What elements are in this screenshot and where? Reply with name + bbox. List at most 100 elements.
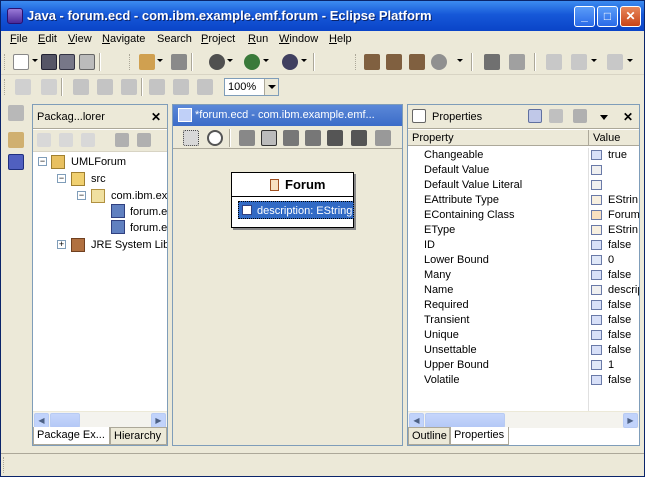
property-row[interactable]: Upper Bound 1 [408, 358, 639, 373]
menu-navigate[interactable]: Navigate [102, 33, 145, 45]
align-center-icon[interactable] [97, 79, 113, 95]
horizontal-scrollbar[interactable]: ◀ ▶ [33, 411, 167, 428]
property-value[interactable]: false [608, 314, 639, 326]
java-perspective-icon[interactable] [8, 154, 24, 170]
property-row[interactable]: ID false [408, 238, 639, 253]
print-icon[interactable] [79, 54, 95, 70]
open-type-icon[interactable] [171, 54, 187, 70]
property-row[interactable]: Volatile false [408, 373, 639, 388]
class-tool-icon[interactable] [261, 130, 277, 146]
property-row[interactable]: Many false [408, 268, 639, 283]
property-value[interactable]: EStrin [608, 194, 639, 206]
scroll-right-arrow[interactable]: ▶ [623, 413, 638, 428]
new-icon[interactable] [13, 54, 29, 70]
attribute-row[interactable]: description: EString [238, 201, 354, 219]
collapse-toggle[interactable]: − [57, 174, 66, 183]
menu-view[interactable]: View [68, 33, 92, 45]
link-with-editor-icon[interactable] [137, 133, 151, 147]
attribute-tool-icon[interactable] [327, 130, 343, 146]
property-row[interactable]: EType EStrin [408, 223, 639, 238]
property-row[interactable]: Lower Bound 0 [408, 253, 639, 268]
save-all-icon[interactable] [59, 54, 75, 70]
diagram-canvas[interactable]: Forum description: EString [173, 150, 402, 445]
last-edit-icon[interactable] [546, 54, 562, 70]
new-interface-icon[interactable] [386, 54, 402, 70]
menu-search[interactable]: Search [157, 33, 192, 45]
inheritance-tool-icon[interactable] [375, 130, 391, 146]
align-top-icon[interactable] [149, 79, 165, 95]
scroll-left-arrow[interactable]: ◀ [409, 413, 424, 428]
property-value[interactable]: false [608, 299, 639, 311]
undo-icon[interactable] [15, 79, 31, 95]
menu-run[interactable]: Run [248, 33, 268, 45]
external-tools-icon[interactable] [282, 54, 298, 70]
scroll-thumb[interactable] [425, 413, 505, 428]
search-icon[interactable] [431, 54, 447, 70]
align-bottom-icon[interactable] [197, 79, 213, 95]
property-value[interactable]: 0 [608, 254, 639, 266]
property-value[interactable]: 1 [608, 359, 639, 371]
property-row[interactable]: Default Value [408, 163, 639, 178]
toolbar-grip[interactable] [4, 54, 7, 70]
eclipse-app-icon[interactable] [7, 8, 23, 24]
property-row[interactable]: Default Value Literal [408, 178, 639, 193]
zoom-icon[interactable] [207, 130, 223, 146]
horizontal-scrollbar[interactable]: ◀ ▶ [408, 411, 639, 428]
reference-tool-icon[interactable] [351, 130, 367, 146]
align-middle-icon[interactable] [173, 79, 189, 95]
close-view-icon[interactable]: ✕ [151, 110, 161, 124]
zoom-combo[interactable]: 100% [224, 78, 279, 96]
column-value[interactable]: Value [593, 132, 620, 144]
package-tool-icon[interactable] [239, 130, 255, 146]
menu-help[interactable]: Help [329, 33, 352, 45]
new-java-project-icon[interactable] [139, 54, 155, 70]
maximize-button[interactable]: □ [597, 6, 618, 27]
scroll-right-arrow[interactable]: ▶ [151, 413, 166, 428]
forum-class-box[interactable]: Forum description: EString [231, 172, 354, 228]
property-row[interactable]: Unsettable false [408, 343, 639, 358]
scroll-thumb[interactable] [50, 413, 80, 428]
tab-properties[interactable]: Properties [450, 427, 509, 445]
property-row[interactable]: Unique false [408, 328, 639, 343]
marquee-icon[interactable] [183, 130, 199, 146]
save-icon[interactable] [41, 54, 57, 70]
minimize-button[interactable]: _ [574, 6, 595, 27]
redo-icon[interactable] [41, 79, 57, 95]
tab-package-explorer[interactable]: Package Ex... [33, 427, 110, 445]
property-value[interactable]: false [608, 239, 639, 251]
property-row[interactable]: Transient false [408, 313, 639, 328]
debug-icon[interactable] [209, 54, 225, 70]
collapse-all-icon[interactable] [115, 133, 129, 147]
property-value[interactable]: EStrin [608, 224, 639, 236]
menu-file[interactable]: File [10, 33, 28, 45]
tree-item-jre[interactable]: JRE System Libr [91, 239, 167, 251]
collapse-toggle[interactable]: − [77, 191, 86, 200]
property-row[interactable]: EContaining Class Forum [408, 208, 639, 223]
expand-toggle[interactable]: + [57, 240, 66, 249]
scroll-left-arrow[interactable]: ◀ [34, 413, 49, 428]
back-icon[interactable] [37, 133, 51, 147]
new-dropdown-arrow[interactable] [32, 59, 38, 62]
property-value[interactable]: false [608, 374, 639, 386]
tree-item-forum-ecore[interactable]: forum.e [130, 222, 167, 234]
restore-default-icon[interactable] [573, 109, 587, 123]
align-right-icon[interactable] [121, 79, 137, 95]
forward-icon[interactable] [607, 54, 623, 70]
show-advanced-icon[interactable] [549, 109, 563, 123]
enum-tool-icon[interactable] [305, 130, 321, 146]
property-row[interactable]: Required false [408, 298, 639, 313]
close-view-icon[interactable]: ✕ [623, 110, 633, 124]
forward-icon[interactable] [59, 133, 73, 147]
run-icon[interactable] [244, 54, 260, 70]
property-value[interactable]: false [608, 344, 639, 356]
property-value[interactable]: true [608, 149, 639, 161]
new-package-icon[interactable] [409, 54, 425, 70]
property-value[interactable]: false [608, 269, 639, 281]
tree-item-umlforum[interactable]: UMLForum [71, 156, 126, 168]
column-property[interactable]: Property [412, 132, 454, 144]
back-icon[interactable] [571, 54, 587, 70]
resource-perspective-icon[interactable] [8, 132, 24, 148]
property-value[interactable]: false [608, 329, 639, 341]
view-menu-icon[interactable] [600, 115, 608, 120]
fast-view-icon[interactable] [8, 105, 24, 121]
